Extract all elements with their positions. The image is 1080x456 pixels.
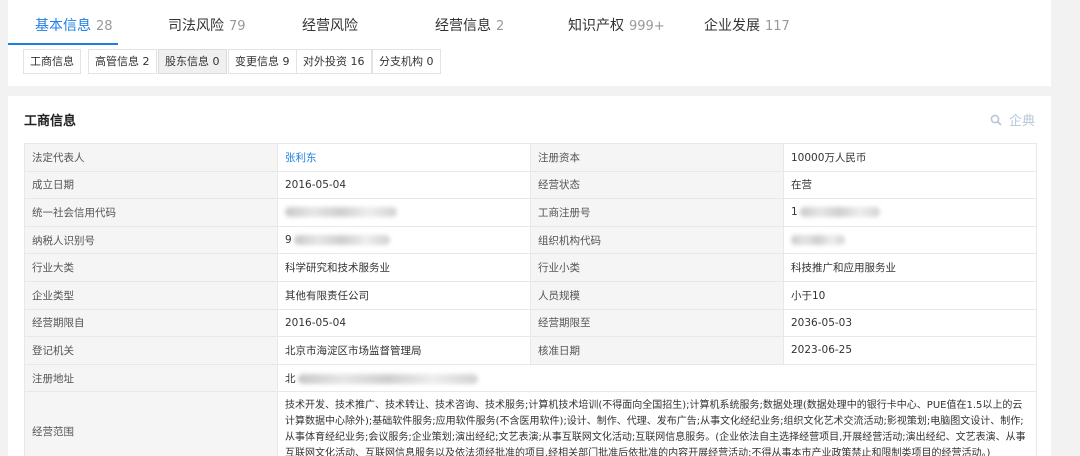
field-value: 1 xyxy=(791,206,798,219)
business-info-card: 工商信息 企典 法定代表人 张利东 注册资本 10000万人民币 成立日期 20… xyxy=(8,96,1051,456)
redacted-mark xyxy=(285,207,397,218)
field-label: 登记机关 xyxy=(24,336,278,365)
field-value-redacted: 9 xyxy=(277,225,531,255)
tab-label: 经营风险 xyxy=(302,18,358,34)
table-row: 行业大类 科学研究和技术服务业 行业小类 科技推广和应用服务业 xyxy=(24,253,1037,282)
tab-count: 999+ xyxy=(629,19,665,34)
field-label: 组织机构代码 xyxy=(530,225,784,255)
active-tab-indicator xyxy=(8,43,118,45)
tab-label: 经营信息 xyxy=(435,18,491,34)
field-label: 经营期限自 xyxy=(24,308,278,338)
field-value: 其他有限责任公司 xyxy=(277,280,531,310)
field-label: 人员规模 xyxy=(530,280,784,310)
tab-business-risk[interactable]: 经营风险 xyxy=(302,15,358,35)
tab-basic-info[interactable]: 基本信息 28 xyxy=(35,15,113,35)
tab-label: 知识产权 xyxy=(568,18,624,34)
field-value: 10000万人民币 xyxy=(783,143,1037,172)
search-icon xyxy=(990,114,1006,128)
field-label: 经营状态 xyxy=(530,170,784,200)
field-label: 注册资本 xyxy=(530,143,784,172)
field-value: 2016-05-04 xyxy=(277,170,531,200)
table-row: 企业类型 其他有限责任公司 人员规模 小于10 xyxy=(24,280,1037,310)
redacted-mark xyxy=(799,207,880,218)
business-scope-value: 技术开发、技术推广、技术转让、技术咨询、技术服务;计算机技术培训(不得面向全国招… xyxy=(277,391,1037,456)
redacted-mark xyxy=(297,373,478,384)
subtab-changes[interactable]: 变更信息 9 xyxy=(228,49,297,74)
table-row: 成立日期 2016-05-04 经营状态 在营 xyxy=(24,170,1037,200)
main-tabs: 基本信息 28 司法风险 79 经营风险 经营信息 2 知识产权 999+ 企业发展 11… xyxy=(8,0,1051,46)
table-row: 注册地址 北 xyxy=(24,363,1037,393)
field-value-redacted xyxy=(277,198,531,227)
field-value-redacted xyxy=(783,225,1037,255)
field-label: 纳税人识别号 xyxy=(24,225,278,255)
redacted-mark xyxy=(293,235,390,246)
field-label: 核准日期 xyxy=(530,336,784,365)
registered-address-value: 北 xyxy=(277,363,1037,393)
field-value: 2036-05-03 xyxy=(783,308,1037,338)
legal-representative-link[interactable]: 张利东 xyxy=(277,143,531,172)
table-row: 经营范围 技术开发、技术推广、技术转让、技术咨询、技术服务;计算机技术培训(不得… xyxy=(24,391,1037,456)
tab-intellectual-property[interactable]: 知识产权 999+ xyxy=(568,15,665,35)
field-value: 2023-06-25 xyxy=(783,336,1037,365)
field-value-redacted: 1 xyxy=(783,198,1037,227)
field-value: 北 xyxy=(285,372,296,385)
top-navigation-card: 基本信息 28 司法风险 79 经营风险 经营信息 2 知识产权 999+ 企业发展 11… xyxy=(8,0,1051,86)
field-value: 科学研究和技术服务业 xyxy=(277,253,531,282)
field-label: 经营范围 xyxy=(24,391,278,456)
tab-count: 2 xyxy=(496,19,505,34)
field-value: 2016-05-04 xyxy=(277,308,531,338)
tab-label: 司法风险 xyxy=(168,18,224,34)
table-row: 统一社会信用代码 工商注册号 1 xyxy=(24,198,1037,227)
field-label: 成立日期 xyxy=(24,170,278,200)
table-row: 纳税人识别号 9 组织机构代码 xyxy=(24,225,1037,255)
tab-judicial-risk[interactable]: 司法风险 79 xyxy=(168,15,246,35)
field-label: 行业大类 xyxy=(24,253,278,282)
tab-count: 28 xyxy=(96,19,113,34)
tab-count: 79 xyxy=(229,19,246,34)
subtab-branches[interactable]: 分支机构 0 xyxy=(372,49,441,74)
business-info-table: 法定代表人 张利东 注册资本 10000万人民币 成立日期 2016-05-04… xyxy=(24,143,1037,456)
tab-label: 基本信息 xyxy=(35,18,91,34)
field-label: 工商注册号 xyxy=(530,198,784,227)
field-label: 经营期限至 xyxy=(530,308,784,338)
subtab-business-registration[interactable]: 工商信息 xyxy=(23,49,81,74)
field-value: 科技推广和应用服务业 xyxy=(783,253,1037,282)
tab-label: 企业发展 xyxy=(704,18,760,34)
field-value: 9 xyxy=(285,234,292,247)
subtab-investments[interactable]: 对外投资 16 xyxy=(296,49,372,74)
tab-company-development[interactable]: 企业发展 117 xyxy=(704,15,790,35)
field-label: 统一社会信用代码 xyxy=(24,198,278,227)
tab-count: 117 xyxy=(765,19,790,34)
brand-link[interactable]: 企典 xyxy=(990,110,1035,129)
section-title: 工商信息 xyxy=(24,114,77,129)
field-label: 行业小类 xyxy=(530,253,784,282)
subtab-shareholders[interactable]: 股东信息 0 xyxy=(158,49,227,74)
subtab-executives[interactable]: 高管信息 2 xyxy=(88,49,157,74)
field-value: 北京市海淀区市场监督管理局 xyxy=(277,336,531,365)
field-label: 法定代表人 xyxy=(24,143,278,172)
field-value: 小于10 xyxy=(783,280,1037,310)
tab-business-info[interactable]: 经营信息 2 xyxy=(435,15,504,35)
redacted-mark xyxy=(791,235,845,246)
field-value: 在营 xyxy=(783,170,1037,200)
field-label: 企业类型 xyxy=(24,280,278,310)
field-label: 注册地址 xyxy=(24,363,278,393)
table-row: 登记机关 北京市海淀区市场监督管理局 核准日期 2023-06-25 xyxy=(24,336,1037,365)
table-row: 经营期限自 2016-05-04 经营期限至 2036-05-03 xyxy=(24,308,1037,338)
table-row: 法定代表人 张利东 注册资本 10000万人民币 xyxy=(24,143,1037,172)
brand-label: 企典 xyxy=(1008,114,1035,129)
